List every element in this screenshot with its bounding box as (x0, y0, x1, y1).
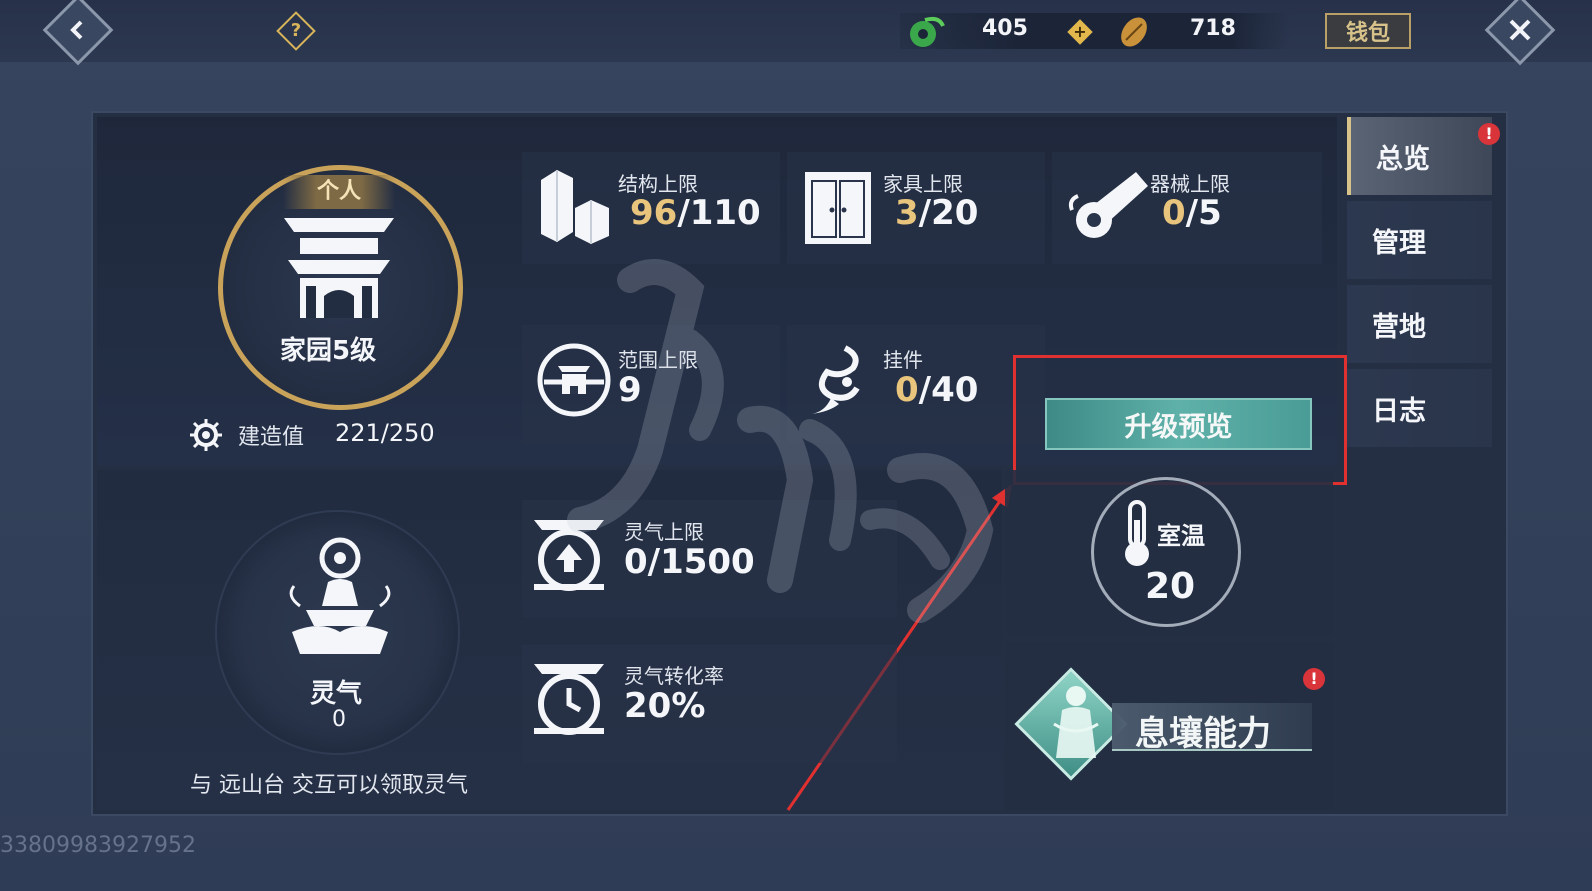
machine-current: 0 (1162, 193, 1186, 233)
temperature-label: 室温 (1157, 522, 1205, 550)
wardrobe-icon (805, 172, 871, 244)
spirit-figure-icon (1053, 686, 1099, 758)
ability-label: 息壤能力 (1135, 714, 1271, 754)
temperature-value: 20 (1145, 566, 1196, 607)
aura-rate-label: 灵气转化率 (624, 664, 724, 688)
ability-alert-icon: ! (1303, 668, 1325, 690)
back-arrow-icon (70, 20, 83, 40)
watermark-brushstrokes (567, 259, 994, 623)
aura-rate-clock-icon (534, 664, 604, 735)
furniture-max: /20 (918, 193, 979, 233)
personal-tag: 个人 (283, 175, 395, 209)
user-id-text: 33809983927952 (0, 833, 196, 858)
structure-blocks-icon (541, 170, 609, 244)
structure-max: /110 (677, 193, 761, 233)
build-value-label: 建造值 (238, 425, 305, 450)
aura-hint: 与 远山台 交互可以领取灵气 (190, 773, 468, 798)
plus-icon: + (1073, 22, 1087, 41)
close-icon (1509, 19, 1531, 41)
thermometer-icon (1125, 500, 1149, 566)
machine-max: /5 (1185, 193, 1222, 233)
machine-value: 0/5 (1162, 193, 1222, 233)
question-icon: ? (290, 20, 302, 41)
cannon-icon (1068, 172, 1148, 238)
gate-building-icon (284, 218, 394, 318)
tab-camp[interactable]: 营地 (1347, 285, 1492, 363)
aura-value: 0 (332, 707, 346, 732)
structure-value: 96/110 (630, 193, 761, 233)
home-level-label: 家园5级 (280, 336, 377, 366)
wallet-button[interactable]: 钱包 (1325, 13, 1411, 49)
aura-altar-icon (289, 537, 391, 654)
tab-manage[interactable]: 管理 (1347, 201, 1492, 279)
structure-current: 96 (630, 193, 678, 233)
furniture-value: 3/20 (895, 193, 978, 233)
build-gear-icon (190, 419, 222, 451)
jade-amount: 405 (982, 16, 1028, 41)
coin-amount: 718 (1190, 16, 1236, 41)
build-value: 221/250 (335, 419, 435, 447)
jade-icon (910, 16, 945, 47)
furniture-current: 3 (895, 193, 919, 233)
aura-rate-value: 20% (624, 686, 706, 726)
annotation-highlight-box (1013, 355, 1347, 485)
add-jade-button[interactable]: + (1067, 19, 1093, 45)
coin-icon (1121, 17, 1147, 47)
tab-log[interactable]: 日志 (1347, 369, 1492, 447)
aura-label: 灵气 (310, 679, 363, 709)
tab-overview[interactable]: 总览 (1347, 117, 1492, 195)
overview-alert-icon: ! (1478, 123, 1500, 145)
